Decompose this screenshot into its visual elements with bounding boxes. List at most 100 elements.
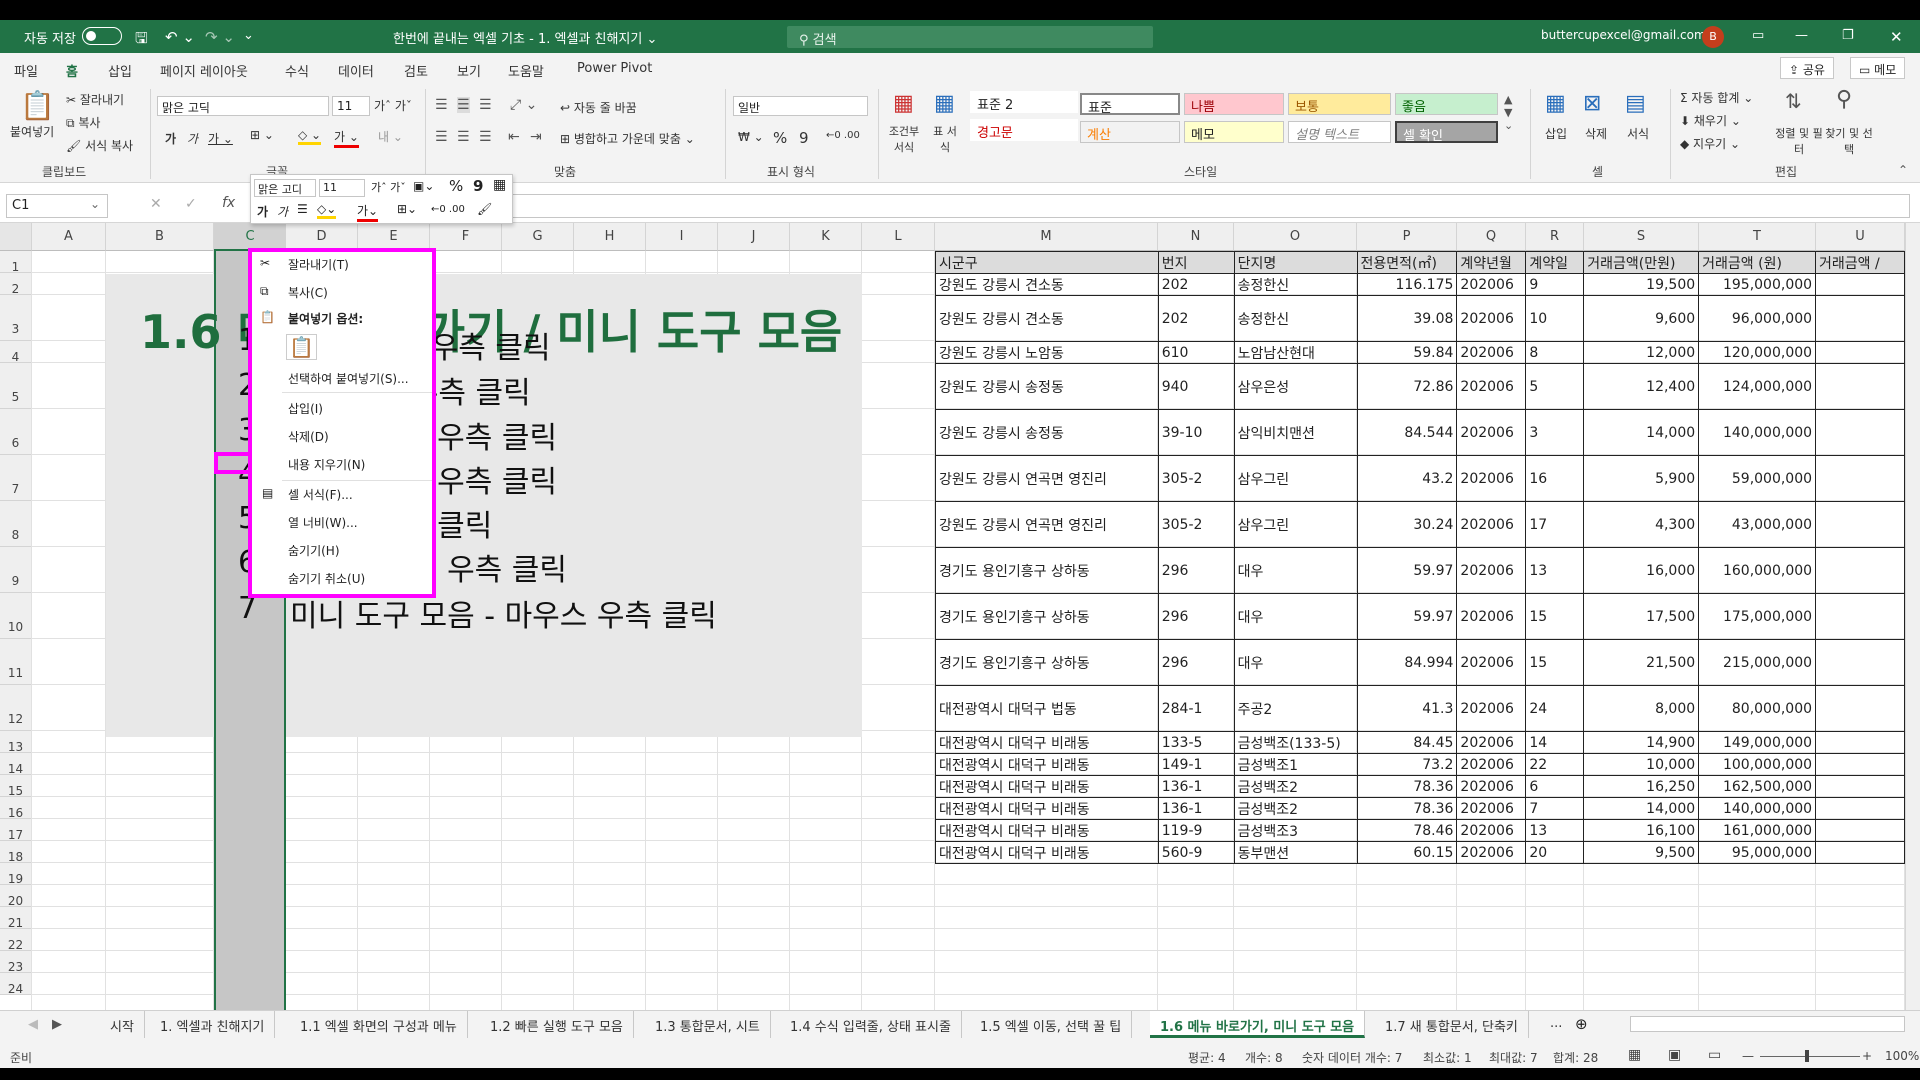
sheet-tab[interactable]: 1.3 통합문서, 시트 (645, 1011, 771, 1038)
table-header-cell[interactable]: 계약일 (1525, 251, 1585, 274)
table-cell[interactable]: 송정한신 (1233, 295, 1358, 342)
wrap-text-button[interactable]: ↩ 자동 줄 바꿈 (560, 99, 637, 116)
sheet-tab[interactable]: 1.7 새 통합문서, 단축키 (1375, 1011, 1529, 1038)
ribbon-display-icon[interactable]: ▭ (1752, 28, 1764, 43)
style-check-cell[interactable]: 셀 확인 (1395, 121, 1498, 144)
table-cell[interactable]: 305-2 (1157, 455, 1235, 502)
collapse-ribbon-icon[interactable]: ⌃ (1898, 163, 1908, 177)
currency-icon[interactable]: ₩ ⌄ (738, 130, 764, 144)
tab-prev-icon[interactable]: ◀ (28, 1017, 38, 1032)
restore-icon[interactable]: ❐ (1842, 28, 1854, 43)
table-cell[interactable]: 124,000,000 (1698, 363, 1817, 410)
table-cell[interactable]: 5 (1525, 363, 1585, 410)
fill-color-icon[interactable]: ◇ ⌄ (298, 128, 322, 145)
menu-delete[interactable]: 삭제(D) (288, 428, 329, 445)
table-cell[interactable]: 19,500 (1583, 273, 1700, 296)
mini-decimal-icon[interactable]: ←0 .00 (431, 204, 465, 215)
decimal-icons[interactable]: ←0 .00 (826, 130, 860, 141)
table-cell[interactable]: 17,500 (1583, 593, 1700, 640)
border-icon[interactable]: ⊞ ⌄ (250, 128, 274, 142)
table-cell[interactable]: 202006 (1456, 455, 1527, 502)
table-cell[interactable]: 동부맨션 (1233, 841, 1358, 864)
page-break-view-icon[interactable]: ▭ (1708, 1047, 1721, 1063)
table-cell[interactable]: 삼우그린 (1233, 501, 1358, 548)
customize-qat-icon[interactable]: ⌄ (243, 28, 254, 43)
column-header[interactable]: R (1526, 223, 1584, 251)
table-cell[interactable]: 9,600 (1583, 295, 1700, 342)
table-cell[interactable]: 39-10 (1157, 409, 1235, 456)
table-cell[interactable]: 202006 (1456, 685, 1527, 732)
table-cell[interactable]: 14,000 (1583, 409, 1700, 456)
table-cell[interactable]: 116.175 (1356, 273, 1458, 296)
table-cell[interactable]: 강원도 강릉시 송정동 (935, 409, 1159, 456)
row-header[interactable]: 21 (0, 907, 32, 930)
redo-icon[interactable]: ↷ ⌄ (205, 28, 235, 46)
column-header[interactable]: O (1234, 223, 1357, 251)
menu-column-width[interactable]: 열 너비(W)... (288, 514, 358, 531)
font-size-dropdown[interactable]: 11 (332, 96, 370, 116)
table-cell[interactable]: 161,000,000 (1698, 819, 1817, 842)
column-header[interactable]: L (862, 223, 935, 251)
column-header[interactable]: H (574, 223, 646, 251)
row-header[interactable]: 3 (0, 295, 32, 341)
minimize-icon[interactable]: — (1795, 28, 1808, 43)
table-cell[interactable]: 202006 (1456, 295, 1527, 342)
table-cell[interactable]: 금성백조(133-5) (1233, 731, 1358, 754)
underline-icon[interactable]: 가 ⌄ (208, 130, 233, 147)
row-header[interactable]: 2 (0, 273, 32, 296)
table-cell[interactable]: 43,000,000 (1698, 501, 1817, 548)
sheet-tab[interactable]: 시작 (100, 1011, 145, 1038)
align-top-icon[interactable]: ☰ (435, 97, 448, 113)
table-cell[interactable]: 14 (1525, 731, 1585, 754)
table-cell[interactable]: 41.3 (1356, 685, 1458, 732)
table-cell[interactable] (1815, 363, 1905, 410)
table-cell[interactable]: 78.36 (1356, 775, 1458, 798)
column-header[interactable]: E (358, 223, 430, 251)
table-cell[interactable]: 72.86 (1356, 363, 1458, 410)
table-cell[interactable]: 80,000,000 (1698, 685, 1817, 732)
table-cell[interactable]: 202006 (1456, 775, 1527, 798)
table-cell[interactable]: 22 (1525, 753, 1585, 776)
table-cell[interactable]: 8,000 (1583, 685, 1700, 732)
table-cell[interactable] (1815, 841, 1905, 864)
table-cell[interactable]: 202006 (1456, 797, 1527, 820)
mini-format-icon[interactable]: ▦ (493, 177, 506, 193)
comma-icon[interactable]: 9 (799, 129, 809, 147)
menu-insert[interactable]: 삽입(I) (288, 400, 323, 417)
row-header[interactable]: 20 (0, 885, 32, 908)
tab-file[interactable]: 파일 (14, 61, 38, 80)
sort-filter-button[interactable]: 정렬 및 필터 (1775, 125, 1823, 157)
table-cell[interactable]: 강원도 강릉시 연곡면 영진리 (935, 455, 1159, 502)
table-cell[interactable]: 경기도 용인기흥구 상하동 (935, 547, 1159, 594)
table-cell[interactable]: 6 (1525, 775, 1585, 798)
autosave-toggle[interactable] (82, 27, 122, 45)
format-table-button[interactable]: 표 서식 (930, 123, 960, 155)
table-cell[interactable]: 13 (1525, 819, 1585, 842)
menu-format-cells[interactable]: 셀 서식(F)... (288, 486, 353, 503)
table-cell[interactable]: 9 (1525, 273, 1585, 296)
mini-grow-shrink-icon[interactable]: 가ˆ 가ˇ (371, 179, 406, 195)
row-header[interactable]: 5 (0, 363, 32, 409)
style-note[interactable]: 메모 (1184, 121, 1284, 143)
table-cell[interactable]: 305-2 (1157, 501, 1235, 548)
table-cell[interactable]: 136-1 (1157, 797, 1235, 820)
find-select-button[interactable]: 찾기 및 선택 (1825, 125, 1873, 157)
table-cell[interactable] (1815, 501, 1905, 548)
table-cell[interactable]: 16,100 (1583, 819, 1700, 842)
table-cell[interactable]: 202006 (1456, 639, 1527, 686)
paste-icon[interactable]: 📋 (20, 89, 55, 122)
table-cell[interactable]: 5,900 (1583, 455, 1700, 502)
column-header[interactable]: K (790, 223, 862, 251)
select-all-corner[interactable] (0, 223, 32, 251)
table-cell[interactable]: 12,000 (1583, 341, 1700, 364)
table-cell[interactable] (1815, 639, 1905, 686)
table-cell[interactable]: 12,400 (1583, 363, 1700, 410)
table-cell[interactable]: 73.2 (1356, 753, 1458, 776)
table-cell[interactable]: 3 (1525, 409, 1585, 456)
align-center-icon[interactable]: ☰ (457, 129, 470, 145)
table-cell[interactable]: 78.36 (1356, 797, 1458, 820)
table-cell[interactable]: 대전광역시 대덕구 비래동 (935, 775, 1159, 798)
mini-currency-icon[interactable]: ▣⌄ (413, 179, 434, 193)
table-cell[interactable]: 14,000 (1583, 797, 1700, 820)
row-header[interactable]: 4 (0, 341, 32, 364)
